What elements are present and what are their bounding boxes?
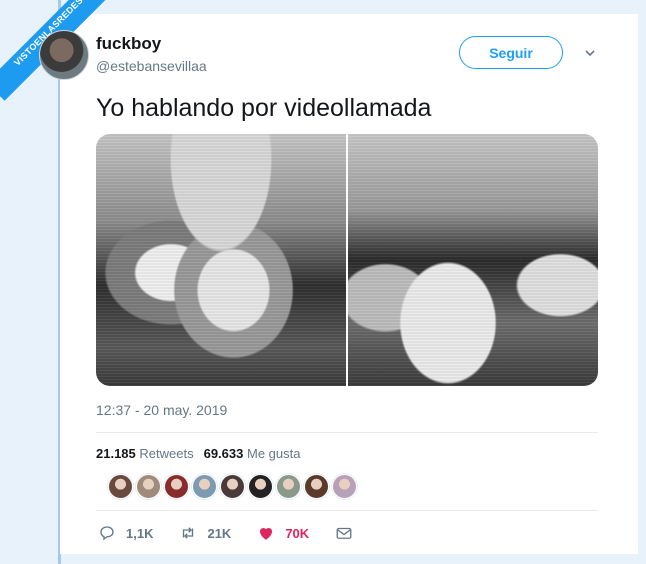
engagement-stats: 21.185 Retweets 69.633 Me gusta: [96, 446, 300, 461]
liker-avatar[interactable]: [164, 474, 189, 499]
media-image-right[interactable]: [348, 134, 598, 386]
message-button[interactable]: [335, 524, 353, 542]
retweets-stat[interactable]: 21.185 Retweets: [96, 446, 194, 461]
liker-avatar[interactable]: [248, 474, 273, 499]
likes-stat[interactable]: 69.633 Me gusta: [204, 446, 301, 461]
reply-button[interactable]: 1,1K: [98, 524, 153, 542]
tweet-text: Yo hablando por videollamada: [96, 94, 432, 122]
media-image-left[interactable]: [96, 134, 346, 386]
liker-avatar[interactable]: [136, 474, 161, 499]
liker-avatar[interactable]: [192, 474, 217, 499]
user-handle[interactable]: @estebansevillaa: [96, 58, 207, 74]
liker-avatar[interactable]: [108, 474, 133, 499]
user-name[interactable]: fuckboy: [96, 34, 161, 54]
heart-icon: [260, 527, 273, 540]
retweet-count: 21K: [207, 525, 232, 541]
action-bar: 1,1K 21K 70K: [98, 524, 379, 542]
reply-icon: [100, 526, 114, 541]
retweet-icon: [183, 527, 194, 539]
liker-avatar[interactable]: [220, 474, 245, 499]
likes-count: 69.633: [203, 446, 244, 461]
avatar[interactable]: [39, 30, 89, 80]
liker-avatar[interactable]: [276, 474, 301, 499]
likes-label: Me gusta: [246, 446, 301, 461]
reply-count: 1,1K: [126, 525, 154, 541]
liker-avatar[interactable]: [304, 474, 329, 499]
retweets-label: Retweets: [139, 446, 194, 461]
mail-icon: [336, 527, 352, 539]
chevron-down-icon[interactable]: [584, 47, 596, 59]
tweet-media[interactable]: [96, 134, 598, 386]
retweet-button[interactable]: 21K: [179, 524, 231, 542]
like-count: 70K: [285, 525, 310, 541]
retweets-count: 21.185: [96, 446, 136, 461]
divider: [96, 432, 598, 433]
likers-avatars: [108, 474, 357, 499]
liker-avatar[interactable]: [332, 474, 357, 499]
like-button[interactable]: 70K: [257, 524, 309, 542]
divider: [96, 510, 598, 511]
follow-button[interactable]: Seguir: [459, 36, 563, 69]
tweet-timestamp[interactable]: 12:37 - 20 may. 2019: [96, 402, 227, 418]
